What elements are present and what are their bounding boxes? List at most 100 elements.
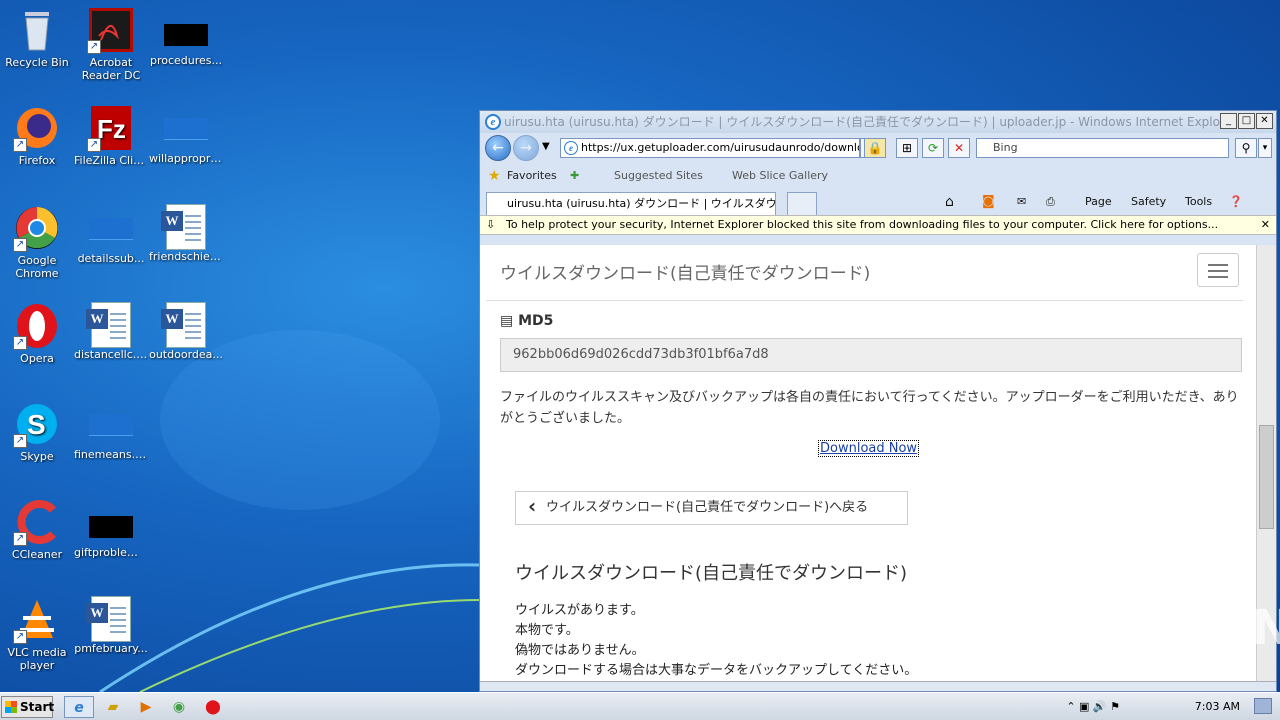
favorites-button[interactable]: Favorites [507,163,557,189]
recycle-bin-icon [13,6,61,54]
compat-view-icon[interactable]: ⊞ [896,138,918,158]
file-icon [89,218,133,240]
desktop-icon-procedures[interactable]: procedures... [149,6,223,67]
star-icon: ★ [488,168,501,184]
desktop-icon-finemeans[interactable]: finemeans.png [74,400,148,461]
opera-taskbar-icon[interactable]: ⬤ [198,696,228,718]
word-document-icon: W [161,204,206,250]
desktop-icon-willappropri[interactable]: willappropri... [149,104,223,165]
desktop-icon-vlc[interactable]: ↗ VLC media player [0,596,74,672]
desktop-icon-outdoordea[interactable]: W outdoordea... [149,302,223,361]
description-line: 偽物ではありません。 [515,643,645,658]
firefox-icon: ↗ [13,104,61,152]
favorites-bar: ★ Favorites ✚ Suggested Sites Web Slice … [480,163,1276,189]
file-icon: ▤ [500,313,519,329]
file-icon [164,118,208,140]
page-icon: e [564,141,578,155]
tab-active[interactable]: uirusu.hta (uirusu.hta) ダウンロード | ウイルスダウン… [486,192,776,215]
security-infobar[interactable]: ⇩ To help protect your security, Interne… [480,215,1276,235]
anyrun-watermark: ANY RUN [1035,600,1280,656]
navigation-bar: ← → ▼ e https://ux.getuploader.com/uirusu… [480,133,1276,163]
print-icon[interactable]: ⎙ [1046,189,1055,215]
md5-value[interactable]: 962bb06d69d026cdd73db3f01bf6a7d8 [500,338,1242,372]
back-icon[interactable]: ← [485,135,511,161]
vlc-icon: ↗ [13,596,61,644]
back-button[interactable]: ウイルスダウンロード(自己責任でダウンロード)へ戻る [515,490,908,525]
search-options-icon[interactable]: ▾ [1258,138,1272,158]
add-favorite-icon[interactable]: ✚ [570,163,579,189]
address-bar[interactable]: e https://ux.getuploader.com/uirusudaunro… [560,138,860,158]
svg-text:Fz: Fz [97,114,126,144]
page-menu[interactable]: Page [1085,189,1112,215]
file-icon [89,414,133,436]
desktop-icon-filezilla[interactable]: Fz ↗ FileZilla Client [74,104,148,167]
desktop-icon-giftproblem[interactable]: giftproblem... [74,498,148,559]
tray-icons[interactable]: ⌃ ▣ 🔊 ⚑ [1066,693,1120,720]
description-line: ウイルスがあります。 [515,603,644,618]
word-document-icon: W [161,302,206,348]
md5-label: ▤ MD5 [500,313,554,329]
title-bar[interactable]: e uirusu.hta (uirusu.hta) ダウンロード | ウイルスダ… [480,111,1276,133]
site-header: ウイルスダウンロード(自己責任でダウンロード) [486,245,1243,301]
web-slice-gallery-link[interactable]: Web Slice Gallery [732,163,828,189]
word-document-icon: W [86,596,131,642]
download-now-link[interactable]: Download Now [818,440,920,457]
forward-icon[interactable]: → [513,135,539,161]
desktop-icon-recycle-bin[interactable]: Recycle Bin [0,6,74,69]
tools-menu[interactable]: Tools [1185,189,1212,215]
scrollbar-thumb[interactable] [1259,425,1274,529]
help-icon[interactable]: ❓ [1229,189,1243,215]
stop-icon[interactable]: ✕ [948,138,970,158]
new-tab-button[interactable] [787,192,817,215]
desktop-icon-firefox[interactable]: ↗ Firefox [0,104,74,167]
clock[interactable]: 7:03 AM [1195,693,1240,720]
menu-toggle-button[interactable] [1197,253,1239,287]
desktop-icon-detailssub[interactable]: detailssub... [74,204,148,265]
notice-text: ファイルのウイルススキャン及びバックアップは各自の責任において行ってください。ア… [500,390,1239,426]
description: ウイルスがあります。 本物です。 偽物ではありません。 ダウンロードする場合は大… [515,601,917,681]
download-blocked-icon: ⇩ [486,218,496,231]
suggested-sites-link[interactable]: Suggested Sites [614,163,703,189]
section-title: ウイルスダウンロード(自己責任でダウンロード) [515,563,908,584]
start-button[interactable]: Start [1,696,54,718]
mail-icon[interactable]: ✉ [1017,189,1026,215]
history-dropdown-icon[interactable]: ▼ [542,141,550,152]
desktop-icon-ccleaner[interactable]: ↗ CCleaner [0,498,74,561]
desktop-icon-chrome[interactable]: ↗ Google Chrome [0,204,74,280]
taskbar: Start e ▰ ▶ ◉ ⬤ ⌃ ▣ 🔊 ⚑ 7:03 AM [0,692,1280,720]
search-icon[interactable]: ⚲ [1235,138,1257,158]
media-player-taskbar-icon[interactable]: ▶ [131,696,161,718]
tab-row: uirusu.hta (uirusu.hta) ダウンロード | ウイルスダウン… [480,189,1276,215]
desktop-icon-acrobat[interactable]: ↗ Acrobat Reader DC [74,6,148,82]
word-document-icon: W [86,302,131,348]
desktop-icon-friendschief[interactable]: W friendschief... [149,204,223,263]
file-icon [89,516,133,538]
skype-icon: S ↗ [13,400,61,448]
desktop-icon-pmfebruary[interactable]: W pmfebruary... [74,596,148,655]
filezilla-icon: Fz ↗ [87,104,135,152]
infobar-close-icon[interactable]: ✕ [1261,216,1270,234]
feeds-icon[interactable]: ◙ [982,189,995,215]
maximize-button[interactable]: □ [1238,113,1255,129]
desktop-icon-opera[interactable]: ↗ Opera [0,302,74,365]
lock-icon[interactable]: 🔒 [864,138,886,158]
chrome-icon: ↗ [13,204,61,252]
show-desktop-button[interactable] [1254,698,1272,714]
site-title[interactable]: ウイルスダウンロード(自己責任でダウンロード) [500,259,870,284]
refresh-icon[interactable]: ⟳ [922,138,944,158]
file-icon [164,24,208,46]
explorer-taskbar-icon[interactable]: ▰ [98,696,128,718]
svg-text:S: S [27,409,46,440]
ie-logo-icon: e [485,114,501,130]
description-line: ダウンロードする場合は大事なデータをバックアップしてください。 [515,663,918,678]
safety-menu[interactable]: Safety [1131,189,1166,215]
desktop-icon-skype[interactable]: S ↗ Skype [0,400,74,463]
ie-taskbar-icon[interactable]: e [64,696,94,718]
home-icon[interactable]: ⌂ [945,189,954,215]
close-button[interactable]: ✕ [1256,113,1273,129]
ccleaner-icon: ↗ [13,498,61,546]
search-input[interactable]: Bing [976,138,1229,158]
minimize-button[interactable]: _ [1220,113,1237,129]
desktop-icon-distancellc[interactable]: W distancellc.rtf [74,302,148,361]
chrome-taskbar-icon[interactable]: ◉ [164,696,194,718]
